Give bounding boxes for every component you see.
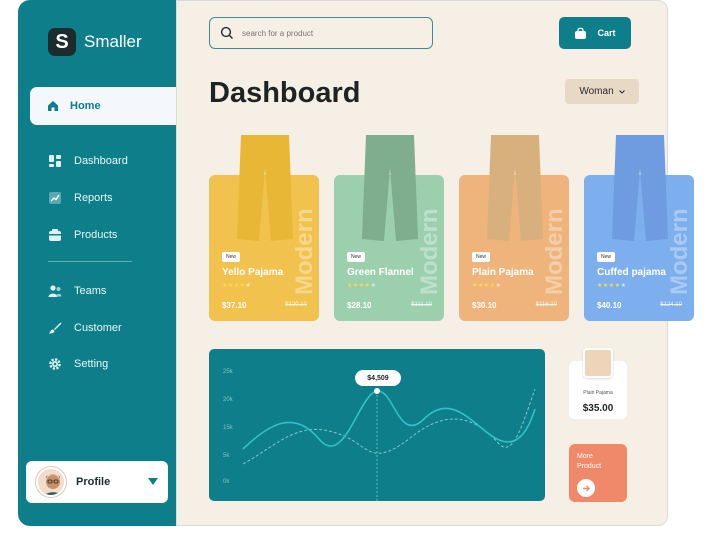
y-tick-label: 20k (223, 397, 234, 403)
sidebar-item-setting[interactable]: Setting (48, 357, 108, 371)
new-badge: New (472, 252, 491, 262)
mini-product-price: $35.00 (582, 403, 614, 414)
card-watermark: Modern (420, 208, 440, 295)
rating-stars: ★★★★★ (222, 282, 251, 289)
sidebar-item-reports[interactable]: Reports (48, 191, 113, 205)
sidebar-item-teams[interactable]: Teams (48, 284, 106, 298)
product-image (237, 135, 293, 241)
search-input[interactable] (242, 28, 422, 38)
card-watermark: Modern (670, 208, 690, 295)
filter-value: Woman (579, 86, 614, 97)
old-price: $116.10 (535, 302, 557, 308)
app-name: Smaller (84, 32, 142, 51)
main-panel: Cart Dashboard Woman Modern New Yello Pa… (176, 0, 694, 526)
sidebar-item-customer[interactable]: Customer (48, 321, 122, 335)
profile-label: Profile (76, 476, 111, 488)
new-badge: New (347, 252, 366, 262)
product-price: $37.10 (222, 301, 247, 310)
page-title: Dashboard (209, 77, 361, 109)
chevron-down-icon[interactable] (148, 478, 158, 485)
sidebar-item-label: Dashboard (74, 155, 128, 167)
gear-icon (48, 357, 62, 371)
old-price: $124.10 (660, 302, 682, 308)
grid-icon (48, 154, 62, 168)
sidebar-item-label: Customer (74, 322, 122, 334)
chart-line-primary (242, 390, 536, 450)
chart-icon (48, 191, 62, 205)
star-icon: ★ (370, 283, 377, 289)
product-thumbnail (583, 348, 613, 378)
new-badge: New (222, 252, 241, 262)
product-price: $30.10 (472, 301, 497, 310)
sidebar-item-label: Home (70, 100, 101, 112)
card-watermark: Modern (545, 208, 565, 295)
sidebar-item-label: Reports (74, 192, 113, 204)
y-tick-label: 25k (223, 369, 234, 375)
sidebar-item-products[interactable]: Products (48, 228, 117, 242)
app: S Smaller Home Dashboard Reports Product… (0, 0, 724, 539)
search-box[interactable] (209, 17, 433, 49)
search-icon (220, 26, 233, 39)
rating-stars: ★★★★★ (472, 282, 501, 289)
chevron-down-icon (618, 89, 625, 94)
brush-icon (48, 321, 62, 335)
product-name: Yello Pajama (222, 267, 284, 278)
y-tick-label: 0k (223, 479, 230, 485)
sidebar-item-label: Setting (74, 358, 109, 370)
rating-stars: ★★★★★ (597, 282, 626, 289)
team-icon (48, 284, 62, 298)
product-price: $40.10 (597, 301, 622, 310)
cart-label: Cart (597, 28, 616, 38)
logo[interactable]: S Smaller (48, 28, 142, 56)
product-image (612, 135, 668, 241)
product-card[interactable]: Modern New Green Flannel ★★★★★ $28.10 $1… (334, 135, 444, 321)
more-product-label: More Product (577, 453, 602, 470)
product-card[interactable]: Modern New Cuffed pajama ★★★★★ $40.10 $1… (584, 135, 694, 321)
star-icon: ★ (245, 283, 252, 289)
old-price: $120.10 (285, 302, 307, 308)
avatar (36, 467, 66, 497)
sidebar: S Smaller Home Dashboard Reports Product… (18, 0, 180, 526)
y-tick-label: 15k (223, 425, 234, 431)
sidebar-item-dashboard[interactable]: Dashboard (48, 154, 128, 168)
arrow-right-icon (582, 485, 590, 491)
product-image (362, 135, 418, 241)
sidebar-item-home[interactable]: Home (30, 87, 180, 125)
star-icon: ★ (620, 283, 627, 289)
box-icon (48, 228, 62, 242)
more-product-button[interactable] (577, 479, 595, 497)
logo-mark: S (48, 28, 76, 56)
rating-stars: ★★★★★ (347, 282, 376, 289)
old-price: $111.10 (411, 302, 432, 308)
category-filter[interactable]: Woman (565, 79, 639, 104)
sidebar-item-label: Teams (74, 285, 107, 297)
card-watermark: Modern (295, 208, 315, 295)
y-tick-label: 5k (223, 453, 230, 459)
cart-icon (575, 27, 587, 39)
star-icon: ★ (495, 283, 502, 289)
new-badge: New (597, 252, 616, 262)
cart-button[interactable]: Cart (559, 17, 631, 49)
sidebar-item-label: Products (74, 229, 118, 241)
product-name: Cuffed pajama (597, 267, 666, 278)
profile-button[interactable]: Profile (26, 461, 168, 503)
product-name: Plain Pajama (472, 267, 534, 278)
more-product-card[interactable]: More Product (569, 444, 627, 502)
product-card[interactable]: Modern New Plain Pajama ★★★★★ $30.10 $11… (459, 135, 569, 321)
divider (48, 261, 132, 262)
product-name: Green Flannel (347, 267, 414, 278)
product-price: $28.10 (347, 301, 372, 310)
mini-product-name: Plain Pajama (583, 390, 613, 396)
product-card[interactable]: Modern New Yello Pajama ★★★★★ $37.10 $12… (209, 135, 319, 321)
chart-tooltip: $4,509 (355, 370, 401, 386)
chart-marker-point[interactable] (374, 388, 380, 394)
home-icon (46, 99, 60, 113)
product-image (487, 135, 543, 241)
